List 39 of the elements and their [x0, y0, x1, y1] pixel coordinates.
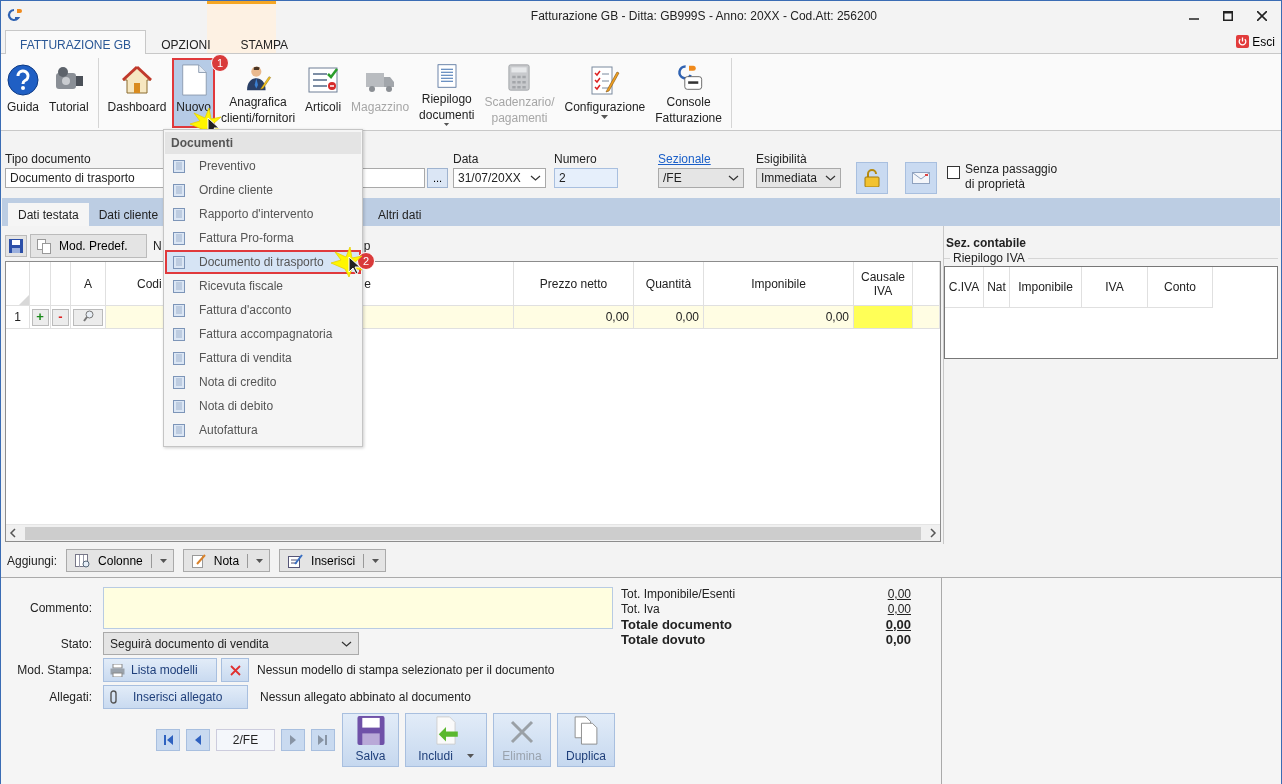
table-cell: 0,00: [634, 306, 704, 329]
group-title: Riepilogo IVA: [950, 251, 1028, 265]
field-label: Allegati:: [48, 689, 92, 706]
field-label: Mod. Stampa:: [16, 662, 92, 679]
column-header: Codi: [137, 276, 162, 291]
info-text: Nessun allegato abbinato al documento: [260, 690, 471, 704]
field-label: Esigibilità: [756, 152, 807, 166]
field-label: Tipo documento: [5, 152, 91, 166]
window-title: Fatturazione GB - Ditta: GB999S - Anno: 20XX - Cod.Att: 256200: [530, 8, 877, 23]
table-cell: 0,00: [704, 306, 854, 329]
total-label: Tot. Iva: [621, 602, 661, 617]
column-header: Imponibile: [1010, 267, 1082, 308]
column-header: C.IVA: [945, 267, 984, 308]
toolbar-text: p: [363, 239, 371, 253]
total-value: 0,00: [885, 617, 911, 632]
field-label: Numero: [554, 152, 597, 166]
total-value: 0,00: [886, 587, 911, 602]
total-value: 0,00: [886, 602, 911, 617]
toolbar-label: Aggiungi:: [7, 553, 58, 568]
column-header: IVA: [1082, 267, 1148, 308]
menu-header: Documenti: [165, 132, 361, 154]
toolbar-text: N: [153, 239, 162, 253]
table-cell: 0,00: [514, 306, 634, 329]
info-text: Nessun modello di stampa selezionato per il documento: [257, 663, 555, 677]
section-title: Sez. contabile: [945, 236, 1028, 250]
total-value: 0,00: [885, 632, 911, 647]
step-badge: 1: [211, 54, 229, 72]
field-label: Stato:: [59, 635, 92, 653]
field-label: Commento:: [28, 600, 92, 617]
total-label: Totale documento: [621, 617, 733, 632]
checkbox-label: Senza passaggio di proprietà: [965, 162, 1058, 192]
field-label: Data: [453, 152, 479, 166]
row-number: 1: [6, 306, 30, 329]
column-header: A: [71, 262, 106, 306]
column-header: Conto: [1148, 267, 1213, 308]
total-label: Totale dovuto: [621, 632, 707, 647]
total-label: Tot. Imponibile/Esenti: [621, 587, 737, 602]
column-header: Nat: [984, 267, 1010, 308]
column-header: e: [364, 276, 371, 291]
